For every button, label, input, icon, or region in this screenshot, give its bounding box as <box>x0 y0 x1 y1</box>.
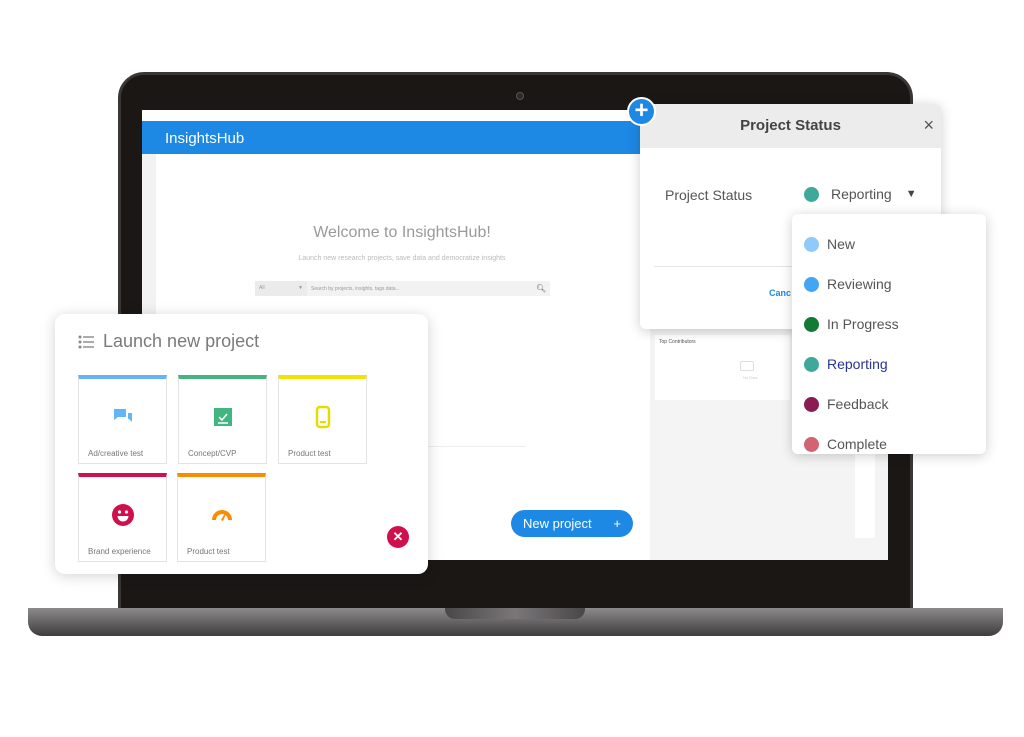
status-dot <box>804 316 819 332</box>
add-button[interactable]: + <box>627 97 656 126</box>
divider <box>654 266 804 267</box>
status-dropdown: New Reviewing In Progress Reporting Feed… <box>792 214 986 454</box>
no-data-label: No Data <box>743 375 758 380</box>
status-dot <box>804 436 819 452</box>
divider <box>426 446 526 447</box>
dialog-title: Project Status <box>640 104 941 148</box>
camera <box>516 92 524 100</box>
app-title[interactable]: InsightsHub <box>165 130 244 147</box>
top-contributors-card: Top Contributors No Data <box>655 335 790 400</box>
project-status-label: Project Status <box>665 187 753 203</box>
search-icon[interactable]: 🔍︎ <box>536 284 550 293</box>
close-icon[interactable]: × <box>923 115 934 136</box>
tile-product-test-2[interactable]: Product test <box>177 473 266 562</box>
project-status-select[interactable]: Reporting ▼ <box>804 186 917 202</box>
welcome-heading: Welcome to InsightsHub! <box>313 224 491 241</box>
smiley-icon <box>112 504 134 526</box>
top-contributors-title: Top Contributors <box>659 339 696 345</box>
launch-title: Launch new project <box>103 331 260 351</box>
laptop-notch <box>445 608 585 619</box>
checkbox-icon <box>214 408 232 426</box>
option-complete[interactable]: Complete <box>804 424 986 464</box>
tile-ad-creative-test[interactable]: Ad/creative test <box>78 375 167 464</box>
empty-tray-icon <box>740 361 754 371</box>
search-bar: All ▼ Search by projects, insights, tags … <box>255 281 550 296</box>
cancel-button[interactable]: Canc <box>769 288 791 298</box>
new-project-button[interactable]: New project + <box>511 510 633 537</box>
status-dot <box>804 356 819 372</box>
tile-brand-experience[interactable]: Brand experience <box>78 473 167 562</box>
search-input[interactable]: Search by projects, insights, tags data.… <box>307 286 536 292</box>
status-dot <box>804 396 819 412</box>
launch-project-panel: Launch new project Ad/creative test Conc… <box>55 314 428 574</box>
plus-icon: + <box>613 516 621 531</box>
option-feedback[interactable]: Feedback <box>804 384 986 424</box>
app-header: InsightsHub <box>142 121 662 154</box>
search-filter-select[interactable]: All ▼ <box>255 281 307 296</box>
close-launch-button[interactable]: ✕ <box>387 526 409 548</box>
status-dot <box>804 236 819 252</box>
chat-bubbles-icon <box>114 409 132 422</box>
option-reviewing[interactable]: Reviewing <box>804 264 986 304</box>
gauge-icon <box>212 510 232 521</box>
option-new[interactable]: New <box>804 224 986 264</box>
status-dot <box>804 186 819 202</box>
caret-down-icon: ▼ <box>298 285 303 291</box>
status-dot <box>804 276 819 292</box>
welcome-subtitle: Launch new research projects, save data … <box>298 255 506 262</box>
option-in-progress[interactable]: In Progress <box>804 304 986 344</box>
list-icon <box>78 335 94 349</box>
option-reporting[interactable]: Reporting <box>804 344 986 384</box>
tile-product-test[interactable]: Product test <box>278 375 367 464</box>
caret-down-icon: ▼ <box>905 188 917 200</box>
tile-concept-cvp[interactable]: Concept/CVP <box>178 375 267 464</box>
phone-icon <box>315 405 331 429</box>
